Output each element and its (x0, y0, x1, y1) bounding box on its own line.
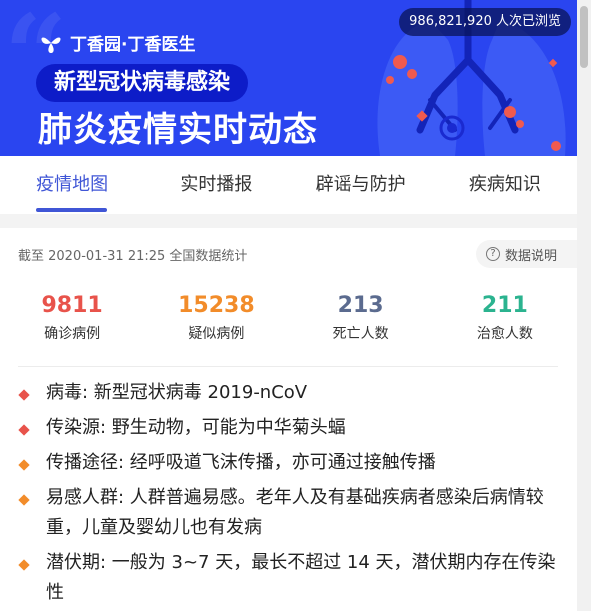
info-text: 病毒: 新型冠状病毒 2019-nCoV (46, 382, 308, 403)
info-virus: 病毒: 新型冠状病毒 2019-nCoV (0, 378, 577, 408)
stat-cured: 211 治愈人数 (433, 292, 577, 343)
main-tabs: 疫情地图 实时播报 辟谣与防护 疾病知识 (0, 156, 577, 214)
view-count-badge: 986,821,920 人次已浏览 (399, 8, 571, 36)
active-tab-indicator (36, 208, 108, 212)
data-note-label: 数据说明 (505, 248, 558, 264)
tab-rumors-protection[interactable]: 辟谣与防护 (289, 156, 433, 214)
stat-value: 9811 (41, 293, 103, 318)
info-text: 潜伏期: 一般为 3~7 天，最长不超过 14 天，潜伏期内存在传染性 (46, 552, 556, 603)
tab-label: 辟谣与防护 (315, 174, 406, 195)
tab-label: 疾病知识 (468, 174, 541, 195)
info-text: 易感人群: 人群普遍易感。老年人及有基础疾病者感染后病情较重，儿童及婴幼儿也有发… (46, 487, 544, 538)
stat-label: 治愈人数 (476, 326, 533, 342)
scrollbar-thumb[interactable] (580, 6, 588, 68)
stat-value: 213 (337, 293, 384, 318)
tab-live-broadcast[interactable]: 实时播报 (144, 156, 288, 214)
info-transmission: 传播途径: 经呼吸道飞沫传播，亦可通过接触传播 (0, 448, 577, 478)
header-banner: “ 丁香园·丁香医生 986,821,920 人次已浏览 新型冠状病毒感染 肺炎… (0, 0, 577, 156)
tab-epidemic-map[interactable]: 疫情地图 (0, 156, 144, 214)
stat-label: 确诊病例 (44, 326, 101, 342)
info-source: 传染源: 野生动物，可能为中华菊头蝠 (0, 413, 577, 443)
tab-label: 实时播报 (180, 174, 253, 195)
section-separator (0, 214, 577, 228)
tab-disease-knowledge[interactable]: 疾病知识 (433, 156, 577, 214)
data-note-button[interactable]: ? 数据说明 (476, 240, 577, 268)
stat-value: 211 (481, 293, 528, 318)
info-text: 传播途径: 经呼吸道飞沫传播，亦可通过接触传播 (46, 452, 436, 473)
stat-suspected: 15238 疑似病例 (144, 292, 288, 343)
stats-summary: 9811 确诊病例 15238 疑似病例 213 死亡人数 211 治愈人数 (0, 292, 577, 343)
stat-value: 15238 (178, 293, 255, 318)
disease-info-list: 病毒: 新型冠状病毒 2019-nCoV 传染源: 野生动物，可能为中华菊头蝠 … (0, 378, 577, 611)
page-title: 肺炎疫情实时动态 (38, 110, 318, 150)
info-text: 传染源: 野生动物，可能为中华菊头蝠 (46, 417, 346, 438)
question-icon: ? (486, 247, 500, 261)
bullet-diamond-icon (18, 389, 30, 401)
stat-label: 死亡人数 (332, 326, 389, 342)
stat-label: 疑似病例 (188, 326, 245, 342)
data-timestamp: 截至 2020-01-31 21:25 全国数据统计 (18, 249, 248, 264)
bullet-diamond-icon (18, 424, 30, 436)
divider (18, 366, 558, 367)
page-scrollbar[interactable] (577, 0, 591, 611)
bullet-diamond-icon (18, 494, 30, 506)
stat-confirmed: 9811 确诊病例 (0, 292, 144, 343)
brand-logo: 丁香园·丁香医生 (38, 30, 195, 55)
stat-deaths: 213 死亡人数 (289, 292, 433, 343)
brand-name: 丁香园·丁香医生 (70, 35, 196, 55)
info-incubation: 潜伏期: 一般为 3~7 天，最长不超过 14 天，潜伏期内存在传染性 (0, 548, 577, 608)
tab-label: 疫情地图 (36, 174, 109, 195)
bullet-diamond-icon (18, 559, 30, 571)
bullet-diamond-icon (18, 459, 30, 471)
clove-logo-icon (41, 37, 61, 53)
info-susceptible: 易感人群: 人群普遍易感。老年人及有基础疾病者感染后病情较重，儿童及婴幼儿也有发… (0, 483, 577, 543)
banner-subtitle: 新型冠状病毒感染 (36, 64, 249, 102)
